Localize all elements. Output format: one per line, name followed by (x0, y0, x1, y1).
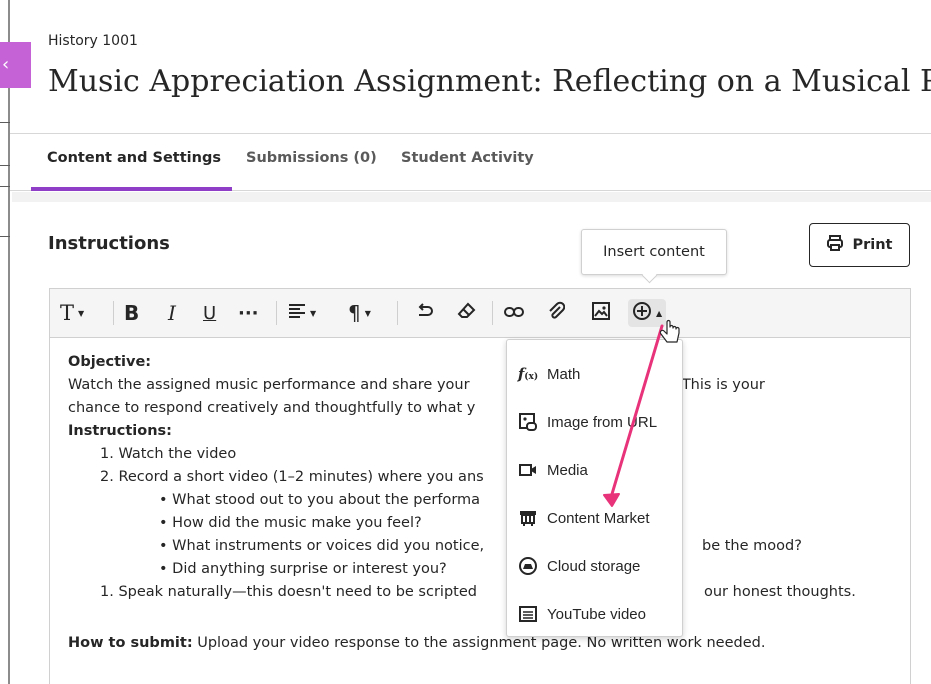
bullet-item: • Did anything surprise or interest you? (159, 561, 447, 577)
insert-content-menu: f(x) Math Image from URL Media Content M… (506, 339, 683, 637)
italic-button[interactable]: I (168, 299, 176, 327)
rail-mark (0, 165, 10, 166)
menu-item-media[interactable]: Media (507, 446, 682, 494)
bullet-item: • What instruments or voices did you not… (159, 538, 485, 554)
content-market-icon (517, 507, 539, 529)
bold-icon: B (124, 301, 140, 325)
rail-mark (0, 122, 10, 123)
menu-item-label: Media (547, 461, 588, 479)
list-item: 1. Speak naturally—this doesn't need to … (100, 584, 477, 600)
toolbar-separator (113, 301, 114, 325)
underline-button[interactable]: U (203, 299, 216, 327)
menu-item-label: Content Market (547, 509, 650, 527)
rich-text-editor[interactable]: T ▼ B I U ··· ▼ ¶ ▼ ▲ Objective: Watch t… (49, 288, 911, 684)
image-icon (591, 301, 611, 325)
menu-item-content-market[interactable]: Content Market (507, 494, 682, 542)
attachment-button[interactable] (547, 299, 566, 327)
text-style-icon: T (60, 301, 75, 325)
attachment-icon (547, 301, 566, 325)
insert-content-tooltip: Insert content (581, 229, 727, 275)
menu-item-label: Math (547, 365, 581, 383)
collapse-panel-button[interactable]: ‹ (0, 42, 31, 88)
objective-text-line2: chance to respond creatively and thought… (68, 400, 476, 416)
print-label: Print (852, 237, 893, 253)
bullet-item-cont: be the mood? (702, 538, 802, 554)
divider (12, 192, 931, 202)
bold-button[interactable]: B (124, 299, 139, 327)
toolbar-separator (492, 301, 493, 325)
print-button[interactable]: Print (809, 223, 910, 267)
page-title: Music Appreciation Assignment: Reflectin… (48, 64, 931, 99)
left-rail (0, 0, 10, 684)
menu-item-label: Cloud storage (547, 557, 641, 575)
image-button[interactable] (591, 299, 611, 327)
text-style-button[interactable]: T ▼ (60, 299, 84, 327)
paragraph-button[interactable]: ¶ ▼ (348, 299, 371, 327)
menu-item-cloud-storage[interactable]: Cloud storage (507, 542, 682, 590)
instructions-heading: Instructions: (68, 423, 172, 439)
align-button[interactable]: ▼ (288, 299, 316, 327)
objective-heading: Objective: (68, 354, 152, 370)
youtube-video-icon (517, 603, 539, 625)
menu-item-youtube-video[interactable]: YouTube video (507, 590, 682, 638)
toolbar-separator (397, 301, 398, 325)
menu-item-image-from-url[interactable]: Image from URL (507, 398, 682, 446)
italic-icon: I (168, 301, 176, 325)
underline-icon: U (203, 302, 217, 324)
link-button[interactable] (504, 299, 524, 327)
rail-mark (0, 236, 10, 237)
cloud-storage-icon (517, 555, 539, 577)
tab-submissions[interactable]: Submissions (0) (246, 150, 377, 166)
submit-label: How to submit: (68, 635, 193, 651)
image-url-icon (517, 411, 539, 433)
paragraph-icon: ¶ (348, 301, 361, 325)
link-icon (504, 304, 524, 323)
list-item-cont: our honest thoughts. (704, 584, 856, 600)
section-title: Instructions (48, 233, 170, 254)
bullet-item: • How did the music make you feel? (159, 515, 422, 531)
chevron-left-icon: ‹ (2, 54, 10, 75)
tab-student-activity[interactable]: Student Activity (401, 150, 534, 166)
editor-toolbar: T ▼ B I U ··· ▼ ¶ ▼ ▲ (50, 289, 910, 338)
rail-mark (0, 186, 10, 187)
clear-format-button[interactable] (457, 299, 477, 327)
menu-item-label: YouTube video (547, 605, 646, 623)
more-formatting-icon: ··· (238, 302, 259, 324)
math-icon: f(x) (517, 365, 539, 383)
toolbar-separator (276, 301, 277, 325)
list-item: 1. Watch the video (100, 446, 237, 462)
media-icon (517, 459, 539, 481)
undo-icon (416, 303, 434, 323)
printer-icon (826, 234, 844, 256)
bullet-item: • What stood out to you about the perfor… (159, 492, 481, 508)
clear-format-icon (457, 302, 477, 324)
objective-text: Watch the assigned music performance and… (68, 377, 470, 393)
tab-bar: Content and Settings Submissions (0) Stu… (10, 133, 931, 191)
insert-content-icon (632, 301, 652, 325)
course-name: History 1001 (48, 33, 138, 49)
tab-content-and-settings[interactable]: Content and Settings (47, 150, 221, 166)
undo-button[interactable] (416, 299, 434, 327)
more-formatting-button[interactable]: ··· (238, 299, 259, 327)
menu-item-math[interactable]: f(x) Math (507, 350, 682, 398)
insert-content-button[interactable]: ▲ (628, 299, 667, 327)
list-item: 2. Record a short video (1–2 minutes) wh… (100, 469, 484, 485)
align-icon (288, 303, 306, 323)
active-tab-indicator (31, 187, 232, 191)
menu-item-label: Image from URL (547, 413, 658, 431)
